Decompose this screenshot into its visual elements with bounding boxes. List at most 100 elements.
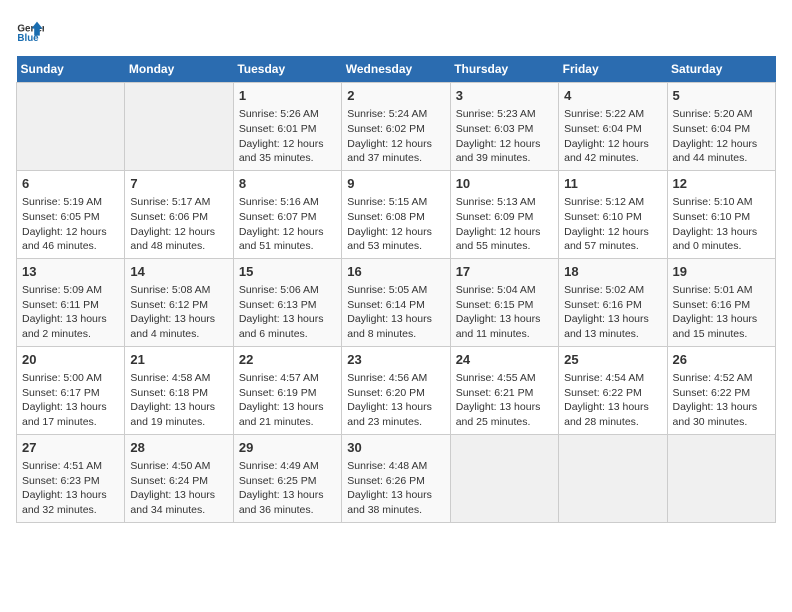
calendar-table: SundayMondayTuesdayWednesdayThursdayFrid… (16, 56, 776, 523)
calendar-cell: 26 Sunrise: 4:52 AM Sunset: 6:22 PM Dayli… (667, 346, 775, 434)
calendar-cell: 27Sunrise: 4:51 AM Sunset: 6:23 PM Dayli… (17, 434, 125, 522)
day-info: Sunrise: 5:00 AM Sunset: 6:17 PM Dayligh… (22, 371, 119, 430)
calendar-cell: 13 Sunrise: 5:09 AM Sunset: 6:11 PM Dayli… (17, 258, 125, 346)
day-number: 12 (673, 175, 770, 193)
day-number: 3 (456, 87, 553, 105)
week-row-0: 1Sunrise: 5:26 AM Sunset: 6:01 PM Daylig… (17, 83, 776, 171)
calendar-cell: 12 Sunrise: 5:10 AM Sunset: 6:10 PM Dayli… (667, 170, 775, 258)
day-info: Sunrise: 4:50 AM Sunset: 6:24 PM Dayligh… (130, 459, 227, 518)
day-header-tuesday: Tuesday (233, 56, 341, 83)
calendar-cell: 29 Sunrise: 4:49 AM Sunset: 6:25 PM Dayli… (233, 434, 341, 522)
day-number: 24 (456, 351, 553, 369)
day-info: Sunrise: 4:55 AM Sunset: 6:21 PM Dayligh… (456, 371, 553, 430)
calendar-cell: 2 Sunrise: 5:24 AM Sunset: 6:02 PM Daylig… (342, 83, 450, 171)
calendar-cell: 15 Sunrise: 5:06 AM Sunset: 6:13 PM Dayli… (233, 258, 341, 346)
day-number: 30 (347, 439, 444, 457)
day-number: 20 (22, 351, 119, 369)
day-header-thursday: Thursday (450, 56, 558, 83)
day-info: Sunrise: 5:12 AM Sunset: 6:10 PM Dayligh… (564, 195, 661, 254)
day-info: Sunrise: 5:20 AM Sunset: 6:04 PM Dayligh… (673, 107, 770, 166)
day-number: 29 (239, 439, 336, 457)
calendar-cell: 11Sunrise: 5:12 AM Sunset: 6:10 PM Dayli… (559, 170, 667, 258)
week-row-3: 20 Sunrise: 5:00 AM Sunset: 6:17 PM Dayli… (17, 346, 776, 434)
day-info: Sunrise: 5:05 AM Sunset: 6:14 PM Dayligh… (347, 283, 444, 342)
calendar-cell (450, 434, 558, 522)
calendar-cell: 28 Sunrise: 4:50 AM Sunset: 6:24 PM Dayli… (125, 434, 233, 522)
day-number: 18 (564, 263, 661, 281)
week-row-4: 27Sunrise: 4:51 AM Sunset: 6:23 PM Dayli… (17, 434, 776, 522)
day-info: Sunrise: 5:19 AM Sunset: 6:05 PM Dayligh… (22, 195, 119, 254)
calendar-cell: 7 Sunrise: 5:17 AM Sunset: 6:06 PM Daylig… (125, 170, 233, 258)
day-info: Sunrise: 5:08 AM Sunset: 6:12 PM Dayligh… (130, 283, 227, 342)
header-row: SundayMondayTuesdayWednesdayThursdayFrid… (17, 56, 776, 83)
day-info: Sunrise: 4:48 AM Sunset: 6:26 PM Dayligh… (347, 459, 444, 518)
day-number: 8 (239, 175, 336, 193)
day-header-wednesday: Wednesday (342, 56, 450, 83)
calendar-cell: 16 Sunrise: 5:05 AM Sunset: 6:14 PM Dayli… (342, 258, 450, 346)
calendar-cell: 10 Sunrise: 5:13 AM Sunset: 6:09 PM Dayli… (450, 170, 558, 258)
week-row-1: 6 Sunrise: 5:19 AM Sunset: 6:05 PM Daylig… (17, 170, 776, 258)
day-number: 21 (130, 351, 227, 369)
calendar-cell: 23 Sunrise: 4:56 AM Sunset: 6:20 PM Dayli… (342, 346, 450, 434)
logo: General Blue (16, 16, 44, 44)
calendar-cell: 3 Sunrise: 5:23 AM Sunset: 6:03 PM Daylig… (450, 83, 558, 171)
day-number: 23 (347, 351, 444, 369)
day-header-saturday: Saturday (667, 56, 775, 83)
day-info: Sunrise: 4:54 AM Sunset: 6:22 PM Dayligh… (564, 371, 661, 430)
calendar-cell: 14 Sunrise: 5:08 AM Sunset: 6:12 PM Dayli… (125, 258, 233, 346)
calendar-cell: 21 Sunrise: 4:58 AM Sunset: 6:18 PM Dayli… (125, 346, 233, 434)
calendar-cell: 24 Sunrise: 4:55 AM Sunset: 6:21 PM Dayli… (450, 346, 558, 434)
day-number: 13 (22, 263, 119, 281)
day-info: Sunrise: 5:04 AM Sunset: 6:15 PM Dayligh… (456, 283, 553, 342)
day-info: Sunrise: 4:56 AM Sunset: 6:20 PM Dayligh… (347, 371, 444, 430)
week-row-2: 13 Sunrise: 5:09 AM Sunset: 6:11 PM Dayli… (17, 258, 776, 346)
calendar-cell (559, 434, 667, 522)
calendar-cell (17, 83, 125, 171)
day-number: 4 (564, 87, 661, 105)
calendar-cell: 19Sunrise: 5:01 AM Sunset: 6:16 PM Dayli… (667, 258, 775, 346)
day-number: 7 (130, 175, 227, 193)
day-info: Sunrise: 5:22 AM Sunset: 6:04 PM Dayligh… (564, 107, 661, 166)
day-number: 10 (456, 175, 553, 193)
calendar-cell: 17Sunrise: 5:04 AM Sunset: 6:15 PM Dayli… (450, 258, 558, 346)
day-header-friday: Friday (559, 56, 667, 83)
calendar-cell: 30 Sunrise: 4:48 AM Sunset: 6:26 PM Dayli… (342, 434, 450, 522)
day-info: Sunrise: 5:13 AM Sunset: 6:09 PM Dayligh… (456, 195, 553, 254)
calendar-cell: 9Sunrise: 5:15 AM Sunset: 6:08 PM Daylig… (342, 170, 450, 258)
calendar-cell (125, 83, 233, 171)
day-info: Sunrise: 5:09 AM Sunset: 6:11 PM Dayligh… (22, 283, 119, 342)
day-info: Sunrise: 5:26 AM Sunset: 6:01 PM Dayligh… (239, 107, 336, 166)
day-info: Sunrise: 5:16 AM Sunset: 6:07 PM Dayligh… (239, 195, 336, 254)
day-info: Sunrise: 4:52 AM Sunset: 6:22 PM Dayligh… (673, 371, 770, 430)
day-info: Sunrise: 5:02 AM Sunset: 6:16 PM Dayligh… (564, 283, 661, 342)
calendar-cell: 5Sunrise: 5:20 AM Sunset: 6:04 PM Daylig… (667, 83, 775, 171)
day-info: Sunrise: 5:10 AM Sunset: 6:10 PM Dayligh… (673, 195, 770, 254)
day-number: 15 (239, 263, 336, 281)
day-number: 26 (673, 351, 770, 369)
day-number: 28 (130, 439, 227, 457)
day-info: Sunrise: 4:57 AM Sunset: 6:19 PM Dayligh… (239, 371, 336, 430)
calendar-cell: 25 Sunrise: 4:54 AM Sunset: 6:22 PM Dayli… (559, 346, 667, 434)
calendar-cell: 22 Sunrise: 4:57 AM Sunset: 6:19 PM Dayli… (233, 346, 341, 434)
day-info: Sunrise: 5:24 AM Sunset: 6:02 PM Dayligh… (347, 107, 444, 166)
day-info: Sunrise: 5:15 AM Sunset: 6:08 PM Dayligh… (347, 195, 444, 254)
day-info: Sunrise: 4:58 AM Sunset: 6:18 PM Dayligh… (130, 371, 227, 430)
logo-icon: General Blue (16, 16, 44, 44)
day-number: 2 (347, 87, 444, 105)
day-info: Sunrise: 5:23 AM Sunset: 6:03 PM Dayligh… (456, 107, 553, 166)
day-number: 25 (564, 351, 661, 369)
calendar-cell (667, 434, 775, 522)
day-info: Sunrise: 5:06 AM Sunset: 6:13 PM Dayligh… (239, 283, 336, 342)
day-number: 6 (22, 175, 119, 193)
day-number: 22 (239, 351, 336, 369)
day-number: 27 (22, 439, 119, 457)
day-number: 14 (130, 263, 227, 281)
day-number: 16 (347, 263, 444, 281)
header: General Blue (16, 16, 776, 44)
day-info: Sunrise: 5:17 AM Sunset: 6:06 PM Dayligh… (130, 195, 227, 254)
calendar-cell: 20 Sunrise: 5:00 AM Sunset: 6:17 PM Dayli… (17, 346, 125, 434)
calendar-cell: 6 Sunrise: 5:19 AM Sunset: 6:05 PM Daylig… (17, 170, 125, 258)
day-info: Sunrise: 4:49 AM Sunset: 6:25 PM Dayligh… (239, 459, 336, 518)
day-header-sunday: Sunday (17, 56, 125, 83)
day-number: 19 (673, 263, 770, 281)
